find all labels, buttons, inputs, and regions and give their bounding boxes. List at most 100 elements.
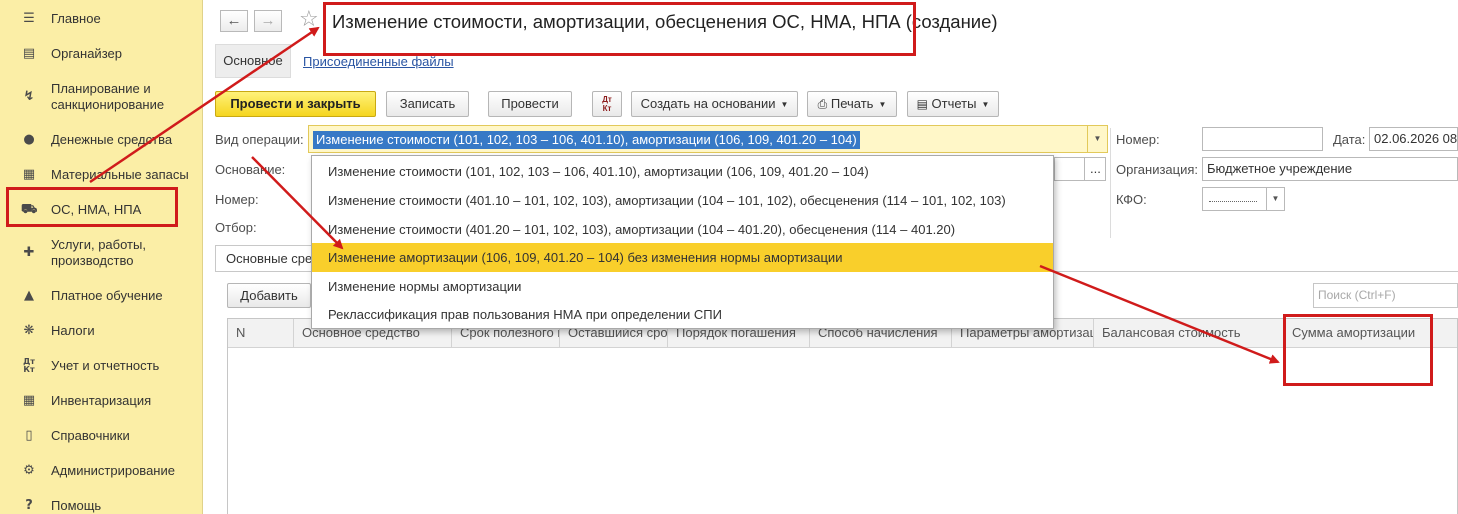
sidebar-item-organizer[interactable]: ▤ Органайзер (0, 45, 203, 63)
kfo-select[interactable]: ▼ (1202, 187, 1285, 211)
sidebar-item-label: Налоги (51, 323, 95, 338)
assets-table: N Основное средство Срок полезного испол… (227, 318, 1458, 514)
dt-label: Дт (602, 95, 612, 104)
basis-select-button[interactable]: ... (1084, 157, 1106, 181)
column-header[interactable]: Балансовая стоимость (1094, 319, 1284, 347)
back-button[interactable]: ← (220, 10, 248, 32)
sidebar-item-label: Органайзер (51, 46, 122, 61)
sidebar-item-services[interactable]: ✚ Услуги, работы, производство (0, 236, 203, 270)
sidebar-item-accounting[interactable]: Дт Кт Учет и отчетность (0, 357, 203, 375)
dropdown-option[interactable]: Изменение нормы амортизации (312, 272, 1053, 301)
sidebar-item-planning[interactable]: ↯ Планирование и санкционирование (0, 80, 203, 114)
inventory-grid-icon: ▦ (22, 167, 36, 182)
reports-button[interactable]: ▤ Отчеты ▼ (907, 91, 999, 117)
operation-type-select[interactable]: Изменение стоимости (101, 102, 103 – 106… (308, 125, 1108, 153)
save-button[interactable]: Записать (386, 91, 469, 117)
help-icon: ? (25, 498, 33, 513)
arrow-right-icon: → (260, 12, 276, 29)
dropdown-option[interactable]: Изменение стоимости (101, 102, 103 – 106… (312, 157, 1053, 186)
sidebar-item-label: Денежные средства (51, 132, 173, 147)
calculator-icon: ▦ (22, 393, 36, 408)
sidebar-item-taxes[interactable]: ❋ Налоги (0, 322, 203, 340)
annotation-box-depreciation-sum (1283, 314, 1433, 386)
number-label: Номер: (1116, 132, 1160, 147)
printer-icon: ⎙ (817, 97, 828, 111)
sidebar-item-label: Помощь (51, 498, 102, 513)
eagle-icon: ❋ (23, 323, 35, 338)
dropdown-option[interactable]: Изменение стоимости (401.20 – 101, 102, … (312, 215, 1053, 244)
sidebar-item-label: Администрирование (51, 463, 175, 478)
print-button[interactable]: ⎙ Печать ▼ (807, 91, 897, 117)
chevron-down-icon: ▼ (878, 100, 887, 109)
sidebar-item-main[interactable]: ☰ Главное (0, 10, 203, 28)
sidebar-item-money[interactable]: ● Денежные средства (0, 131, 203, 149)
sidebar-item-stocktaking[interactable]: ▦ Инвентаризация (0, 392, 203, 410)
dropdown-option-highlighted[interactable]: Изменение амортизации (106, 109, 401.20 … (312, 243, 1053, 272)
planning-icon: ↯ (23, 89, 35, 104)
dt-kt-icon: Дт Кт (23, 357, 35, 374)
chevron-down-icon: ▼ (981, 100, 990, 109)
column-header[interactable]: N (228, 319, 294, 347)
create-based-on-button[interactable]: Создать на основании ▼ (631, 91, 798, 117)
tab-attached-files[interactable]: Присоединенные файлы (303, 54, 454, 69)
forward-button[interactable]: → (254, 10, 282, 32)
post-button[interactable]: Провести (488, 91, 572, 117)
chevron-down-icon[interactable]: ▼ (1087, 126, 1107, 152)
operation-type-value: Изменение стоимости (101, 102, 103 – 106… (313, 131, 860, 149)
dt-kt-icon: Дт Кт (602, 95, 612, 113)
kfo-label: КФО: (1116, 192, 1147, 207)
money-icon: ● (23, 132, 35, 147)
dropdown-option[interactable]: Реклассификация прав пользования НМА при… (312, 300, 1053, 329)
sidebar-item-label: Инвентаризация (51, 393, 152, 408)
sidebar-item-administration[interactable]: ⚙ Администрирование (0, 462, 203, 480)
kt-label: Кт (602, 104, 612, 113)
organization-field[interactable]: Бюджетное учреждение (1202, 157, 1458, 181)
organization-label: Организация: (1116, 162, 1199, 177)
sidebar-item-label: Платное обучение (51, 288, 163, 303)
post-and-close-button[interactable]: Провести и закрыть (215, 91, 376, 117)
basis-label: Основание: (215, 162, 286, 177)
sidebar-item-inventory[interactable]: ▦ Материальные запасы (0, 166, 203, 184)
date-label: Дата: (1333, 132, 1366, 147)
tab-main[interactable]: Основное (215, 44, 291, 78)
document-form: ← → ☆ Изменение стоимости, амортизации, … (204, 0, 1458, 514)
arrow-left-icon: ← (226, 12, 242, 29)
date-field[interactable]: 02.06.2026 08 (1369, 127, 1458, 151)
add-button[interactable]: Добавить (227, 283, 311, 308)
favorite-star-icon[interactable]: ☆ (299, 8, 319, 32)
sidebar-item-label: Планирование и санкционирование (51, 81, 165, 112)
number-label-left: Номер: (215, 192, 259, 207)
sidebar-item-label: Главное (51, 11, 101, 26)
annotation-box-title (323, 2, 916, 56)
sidebar: ☰ Главное ▤ Органайзер ↯ Планирование и … (0, 0, 203, 514)
operation-type-label: Вид операции: (215, 132, 304, 147)
create-based-on-label: Создать на основании (640, 96, 776, 111)
gear-icon: ⚙ (23, 463, 35, 478)
number-field[interactable] (1202, 127, 1323, 151)
sidebar-item-label: Услуги, работы, производство (51, 237, 146, 268)
sidebar-item-label: Материальные запасы (51, 167, 189, 182)
menu-icon: ☰ (23, 11, 35, 26)
kfo-placeholder-line (1209, 201, 1257, 202)
dt-kt-button[interactable]: Дт Кт (592, 91, 622, 117)
book-icon: ▯ (25, 428, 33, 443)
annotation-box-fixed-assets (6, 187, 178, 227)
sidebar-item-label: Учет и отчетность (51, 358, 160, 373)
print-label: Печать (830, 96, 874, 111)
sidebar-item-label: Справочники (51, 428, 130, 443)
organizer-icon: ▤ (22, 46, 36, 61)
sidebar-item-paid-education[interactable]: ▲ Платное обучение (0, 287, 203, 305)
reports-label: Отчеты (931, 96, 977, 111)
dropdown-option[interactable]: Изменение стоимости (401.10 – 101, 102, … (312, 186, 1053, 215)
sidebar-item-catalogs[interactable]: ▯ Справочники (0, 427, 203, 445)
chevron-down-icon[interactable]: ▼ (1266, 188, 1284, 210)
reports-icon: ▤ (916, 97, 928, 111)
basis-field[interactable] (1054, 157, 1086, 181)
graduation-cap-icon: ▲ (24, 288, 34, 303)
operation-type-dropdown: Изменение стоимости (101, 102, 103 – 106… (311, 155, 1054, 329)
divider (1110, 128, 1111, 238)
sidebar-item-help[interactable]: ? Помощь (0, 497, 203, 514)
search-input[interactable]: Поиск (Ctrl+F) (1313, 283, 1458, 308)
chevron-down-icon: ▼ (780, 100, 789, 109)
filter-label: Отбор: (215, 220, 257, 235)
